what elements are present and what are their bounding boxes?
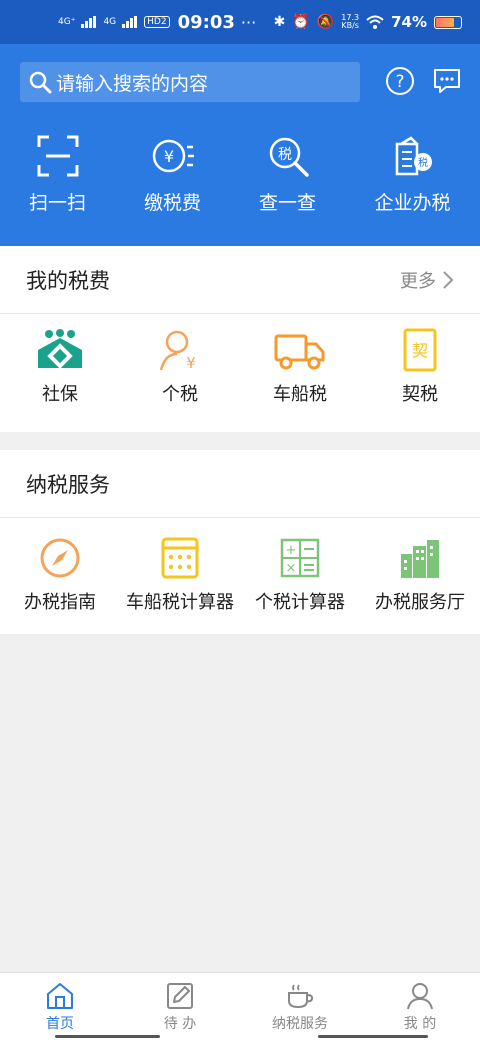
hd-badge: HD2	[144, 16, 170, 28]
battery-percentage: 74%	[391, 13, 427, 31]
item-personal-tax[interactable]: ¥ 个税	[120, 328, 240, 406]
svg-text:¥: ¥	[186, 354, 196, 372]
item-tax-guide[interactable]: 办税指南	[0, 536, 120, 614]
svg-text:×: ×	[286, 561, 297, 576]
search-input[interactable]: 请输入搜索的内容	[20, 62, 360, 102]
compass-icon	[40, 538, 80, 578]
tax-search-icon: 税	[269, 137, 309, 177]
personal-tax-icon: ¥	[159, 330, 196, 372]
signal-icon	[81, 16, 97, 28]
status-time: 09:03	[177, 11, 235, 33]
my-tax-title: 我的税费	[26, 268, 110, 293]
message-icon[interactable]	[432, 66, 462, 96]
svg-text:?: ?	[395, 72, 404, 92]
quick-scan[interactable]: 扫一扫	[0, 134, 115, 215]
item-personal-tax-calculator[interactable]: + × 个税计算器	[240, 536, 360, 614]
status-bar: 4G⁺ 4G HD2 09:03 ··· ✱ ⏰ 🔕 17.3 KB/s 74%	[0, 0, 480, 44]
user-icon	[407, 983, 433, 1010]
network-indicator-2: 4G	[103, 16, 117, 27]
home-indicator-2	[318, 1035, 428, 1038]
svg-text:¥: ¥	[163, 147, 173, 166]
tax-calculator-icon: +×	[280, 538, 320, 578]
search-icon	[29, 71, 52, 94]
network-indicator-1: 4G⁺	[58, 16, 76, 27]
my-tax-card: 我的税费 更多 社保 ¥ 个税 车船税 契 契税	[0, 246, 480, 432]
chevron-right-icon	[443, 270, 454, 289]
item-vehicle-tax[interactable]: 车船税	[240, 328, 360, 406]
social-security-icon	[38, 329, 82, 369]
truck-icon	[274, 334, 325, 370]
search-placeholder: 请输入搜索的内容	[56, 72, 209, 95]
quick-enterprise[interactable]: 税 企业办税	[345, 134, 480, 215]
scan-icon	[37, 135, 78, 177]
calculator-icon	[161, 537, 199, 579]
quick-search[interactable]: 税 查一查	[230, 134, 345, 215]
item-social-security[interactable]: 社保	[0, 328, 120, 406]
item-vehicle-tax-calculator[interactable]: 车船税计算器	[120, 536, 240, 614]
nav-todo[interactable]: 待 办	[120, 973, 240, 1040]
coffee-icon	[288, 984, 314, 1009]
help-icon[interactable]: ?	[385, 66, 415, 96]
tax-services-card: 纳税服务 办税指南 车船税计算器 + × 个税计算器 办税服务厅	[0, 450, 480, 634]
enterprise-icon: 税	[395, 136, 432, 176]
home-indicator-1	[55, 1035, 160, 1038]
item-deed-tax[interactable]: 契 契税	[360, 328, 480, 406]
network-speed: 17.3 KB/s	[341, 13, 360, 30]
wifi-icon	[366, 15, 384, 29]
more-link[interactable]: 更多	[400, 267, 454, 293]
nav-mine[interactable]: 我 的	[360, 973, 480, 1040]
nav-home[interactable]: 首页	[0, 973, 120, 1040]
mute-icon: 🔕	[316, 14, 335, 30]
svg-text:税: 税	[418, 156, 428, 169]
item-tax-service-hall[interactable]: 办税服务厅	[360, 536, 480, 614]
pay-tax-icon: ¥	[152, 139, 194, 173]
bottom-nav: 首页 待 办 纳税服务 我 的	[0, 972, 480, 1040]
buildings-icon	[401, 540, 439, 578]
deed-tax-glyph: 契	[412, 341, 428, 360]
svg-text:+: +	[286, 543, 297, 558]
more-notifications: ···	[240, 12, 257, 32]
alarm-icon: ⏰	[292, 14, 310, 30]
header: 请输入搜索的内容 ? 扫一扫 ¥ 缴税费 税 查一查 税 企业办税	[0, 44, 480, 246]
home-icon	[47, 983, 73, 1009]
deed-tax-icon: 契	[403, 328, 437, 372]
bluetooth-icon: ✱	[273, 14, 286, 30]
svg-text:税: 税	[278, 147, 292, 163]
battery-icon	[434, 15, 462, 29]
services-title: 纳税服务	[26, 472, 110, 497]
signal-icon-2	[122, 16, 138, 28]
quick-pay-tax[interactable]: ¥ 缴税费	[115, 134, 230, 215]
nav-tax-services[interactable]: 纳税服务	[240, 973, 360, 1040]
edit-icon	[167, 983, 193, 1009]
